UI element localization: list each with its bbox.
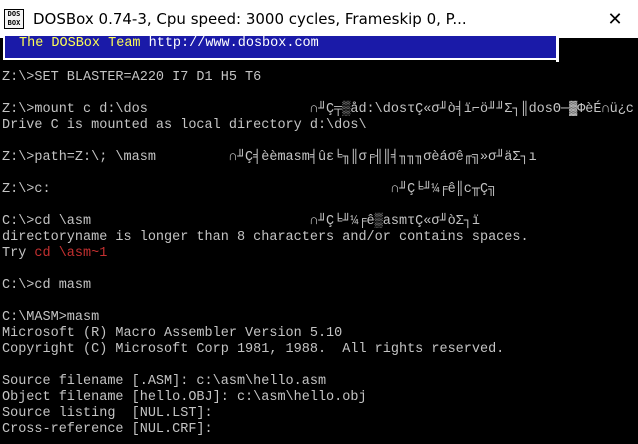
- console-line: Copyright (C) Microsoft Corp 1981, 1988.…: [2, 342, 505, 357]
- title-bar[interactable]: DOS BOX DOSBox 0.74-3, Cpu speed: 3000 c…: [0, 0, 638, 38]
- dosbox-banner: The DOSBox Team http://www.dosbox.com: [3, 36, 558, 60]
- banner-url: http://www.dosbox.com: [148, 36, 319, 51]
- console-line: Z:\>mount c d:\dos ∩╜Ç╤▒åd:\dosτÇ«σ╜ò╡ï⌐…: [2, 102, 634, 117]
- console-line: Z:\>c: ∩╜Ç╘╜¼╒ê║c╥Ç╗: [2, 182, 497, 197]
- console-line: C:\>cd \asm ∩╜Ç╘╜¼╒ê▒asmτÇ«σ╜òΣ┐ï: [2, 214, 480, 229]
- console-line: Z:\>path=Z:\; \masm ∩╜Ç╡èèmasm╡ûε╘╖║σ╒╢║…: [2, 150, 537, 165]
- console-line: Source listing [NUL.LST]:: [2, 406, 213, 421]
- console-line: Z:\>SET BLASTER=A220 I7 D1 H5 T6: [2, 70, 262, 85]
- close-icon: ✕: [607, 8, 623, 30]
- try-prefix: Try: [2, 246, 35, 261]
- console-line: C:\MASM>masm: [2, 310, 100, 325]
- console-line: Source filename [.ASM]: c:\asm\hello.asm: [2, 374, 327, 389]
- close-button[interactable]: ✕: [595, 4, 635, 34]
- dosbox-window: DOS BOX DOSBox 0.74-3, Cpu speed: 3000 c…: [0, 0, 638, 444]
- console-line: C:\>cd masm: [2, 278, 92, 293]
- icon-label-bottom: BOX: [7, 19, 21, 27]
- dosbox-app-icon[interactable]: DOS BOX: [4, 9, 24, 29]
- console-screen[interactable]: The DOSBox Team http://www.dosbox.com Z:…: [0, 36, 638, 444]
- console-line-try: Try cd \asm~1: [2, 246, 107, 262]
- console-line: Object filename [hello.OBJ]: c:\asm\hell…: [2, 390, 367, 405]
- banner-text: The DOSBox Team http://www.dosbox.com: [19, 36, 319, 52]
- suggested-command: cd \asm~1: [34, 246, 108, 261]
- console-line: Microsoft (R) Macro Assembler Version 5.…: [2, 326, 343, 341]
- console-line: directoryname is longer than 8 character…: [2, 230, 529, 245]
- icon-label-top: DOS: [7, 10, 21, 18]
- window-title: DOSBox 0.74-3, Cpu speed: 3000 cycles, F…: [33, 10, 467, 28]
- console-line-prompt[interactable]: Cross-reference [NUL.CRF]:: [2, 422, 213, 438]
- banner-team: The DOSBox Team: [19, 36, 149, 51]
- console-line: Drive C is mounted as local directory d:…: [2, 118, 367, 133]
- banner-shadow-edge: [556, 36, 559, 62]
